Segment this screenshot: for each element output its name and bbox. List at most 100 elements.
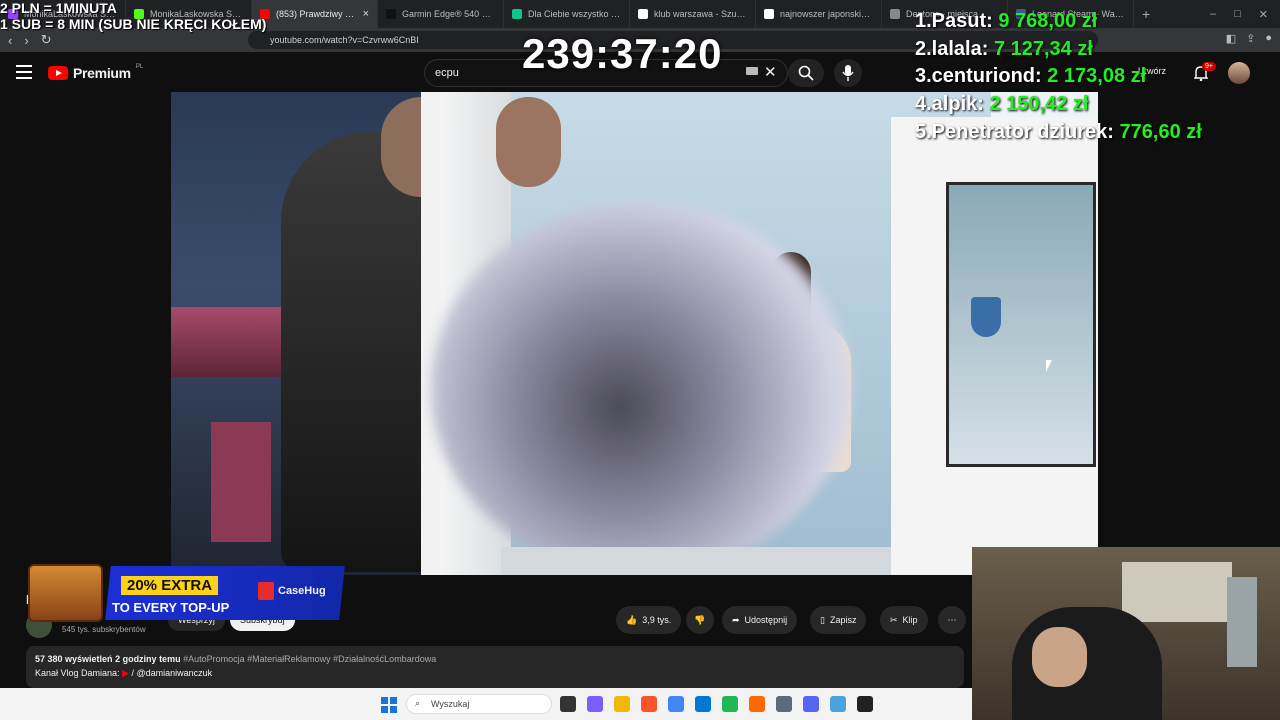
description-line-1: 57 380 wyświetleń 2 godziny temu #AutoPr… bbox=[35, 652, 955, 666]
subathon-timer: 239:37:20 bbox=[522, 30, 723, 77]
copilot-icon[interactable] bbox=[587, 696, 603, 712]
description-line-2: Kanał Vlog Damiana: ▶ / @damianiwanczuk bbox=[35, 666, 955, 680]
leaderboard-amount: 2 173,08 zł bbox=[1047, 65, 1147, 88]
bookmark-icon: ▯ bbox=[820, 614, 825, 625]
like-count: 3,9 tys. bbox=[642, 615, 672, 625]
tab-favicon-icon bbox=[764, 9, 774, 19]
clear-search-icon[interactable]: ✕ bbox=[764, 63, 777, 81]
notepad-icon[interactable] bbox=[830, 696, 846, 712]
video-door-glass bbox=[946, 182, 1096, 467]
video-door-sticker bbox=[971, 297, 1001, 337]
back-icon[interactable]: ‹ bbox=[8, 33, 12, 48]
forward-icon[interactable]: › bbox=[24, 33, 28, 48]
discord-icon[interactable] bbox=[803, 696, 819, 712]
price-line-2: 1 SUB = 8 MIN (SUB NIE KRĘCI KOŁEM) bbox=[0, 16, 267, 32]
leaderboard-row: 2.lalala: 7 127,34 zł bbox=[915, 36, 1202, 64]
search-button[interactable] bbox=[788, 59, 824, 87]
leaderboard-name: 4.alpik: bbox=[915, 93, 990, 116]
leaderboard-name: 1.Pasut: bbox=[915, 10, 999, 32]
donation-leaderboard: 1.Pasut: 9 768,00 zł 2.lalala: 7 127,34 z… bbox=[915, 8, 1202, 147]
video-window-edge bbox=[421, 92, 441, 575]
casehug-logo-icon bbox=[258, 582, 274, 600]
youtube-small-icon: ▶ bbox=[122, 668, 129, 678]
browser-tab[interactable]: (853) Prawdziwy L... × bbox=[252, 0, 378, 28]
brave-icon[interactable] bbox=[641, 696, 657, 712]
like-button[interactable]: 👍 3,9 tys. bbox=[616, 606, 682, 634]
microphone-icon bbox=[842, 65, 854, 81]
description-box[interactable]: 57 380 wyświetleń 2 godziny temu #AutoPr… bbox=[26, 646, 964, 688]
promo-topup-text: TO EVERY TOP-UP bbox=[112, 600, 230, 615]
description-tags: #AutoPromocja #MateriałReklamowy #Działa… bbox=[183, 654, 437, 664]
thumbs-up-icon: 👍 bbox=[626, 614, 638, 625]
calculator-icon[interactable] bbox=[776, 696, 792, 712]
search-icon bbox=[798, 65, 814, 81]
video-blurred-area bbox=[431, 202, 851, 575]
file-explorer-icon[interactable] bbox=[560, 696, 576, 712]
tab-label: Garmin Edge® 540 Solar bbox=[402, 9, 495, 19]
voice-search-button[interactable] bbox=[834, 59, 862, 87]
video-shelf-lower bbox=[211, 422, 271, 542]
account-avatar[interactable] bbox=[1228, 62, 1250, 84]
brave-nightly-icon[interactable] bbox=[749, 696, 765, 712]
price-overlay: 2 PLN = 1MINUTA 1 SUB = 8 MIN (SUB NIE K… bbox=[0, 0, 266, 32]
tab-favicon-icon bbox=[512, 9, 522, 19]
leaderboard-amount: 2 150,42 zł bbox=[989, 93, 1089, 116]
browser-tab[interactable]: najnowszer japonskie sety bbox=[756, 0, 882, 28]
store-icon[interactable] bbox=[695, 696, 711, 712]
obs-icon[interactable] bbox=[857, 696, 873, 712]
keyboard-icon[interactable] bbox=[746, 67, 758, 75]
treasure-chest-icon bbox=[28, 564, 103, 622]
subscriber-count: 545 tys. subskrybentów bbox=[62, 625, 146, 634]
share-label: Udostępnij bbox=[744, 615, 788, 625]
leaderboard-amount: 776,60 zł bbox=[1119, 120, 1202, 143]
promo-extra-text: 20% EXTRA bbox=[121, 576, 219, 595]
more-actions-button[interactable]: ⋯ bbox=[938, 606, 966, 634]
minimize-icon[interactable]: – bbox=[1210, 8, 1216, 21]
webcam-streamer-head bbox=[1032, 627, 1087, 687]
tab-label: (853) Prawdziwy L... bbox=[276, 9, 357, 19]
windows-start-icon[interactable] bbox=[381, 697, 397, 713]
video-counter bbox=[501, 547, 891, 575]
channel-handle-link[interactable]: / @damianiwanczuk bbox=[132, 668, 213, 678]
youtube-brand: Premium bbox=[73, 65, 131, 81]
browser-tab[interactable]: Dla Ciebie wszystko - spra bbox=[504, 0, 630, 28]
chrome-icon[interactable] bbox=[668, 696, 684, 712]
tab-favicon-icon bbox=[890, 9, 900, 19]
youtube-logo[interactable]: Premium PL bbox=[48, 64, 143, 81]
tab-favicon-icon bbox=[386, 9, 396, 19]
extensions-icon[interactable]: ◧ bbox=[1226, 32, 1236, 45]
browser-toolbar: ◧ ⇪ ● bbox=[1226, 32, 1272, 45]
leaderboard-name: 2.lalala: bbox=[915, 37, 994, 60]
share-icon[interactable]: ⇪ bbox=[1246, 32, 1255, 45]
profile-icon[interactable]: ● bbox=[1265, 32, 1272, 45]
close-window-icon[interactable]: ✕ bbox=[1259, 8, 1268, 21]
leaderboard-row: 4.alpik: 2 150,42 zł bbox=[915, 91, 1202, 119]
upload-age: 2 godziny temu bbox=[115, 654, 181, 664]
tab-close-icon[interactable]: × bbox=[363, 8, 369, 20]
save-button[interactable]: ▯ Zapisz bbox=[810, 606, 867, 634]
browser-tab[interactable]: Garmin Edge® 540 Solar bbox=[378, 0, 504, 28]
share-arrow-icon: ➦ bbox=[732, 614, 740, 625]
taskbar-search-placeholder: Wyszukaj bbox=[431, 699, 470, 709]
spotify-icon[interactable] bbox=[722, 696, 738, 712]
reload-icon[interactable]: ↻ bbox=[41, 32, 52, 48]
browser-tab[interactable]: klub warszawa - Szukaj w bbox=[630, 0, 756, 28]
video-shelf bbox=[171, 307, 291, 377]
share-button[interactable]: ➦ Udostępnij bbox=[722, 606, 798, 634]
leaderboard-name: 3.centuriond: bbox=[915, 65, 1048, 88]
folder-icon[interactable] bbox=[614, 696, 630, 712]
video-player[interactable] bbox=[171, 92, 1098, 575]
dislike-button[interactable]: 👎 bbox=[686, 606, 714, 634]
scissors-icon: ✂ bbox=[890, 614, 898, 625]
maximize-icon[interactable]: □ bbox=[1234, 8, 1241, 21]
menu-icon[interactable] bbox=[16, 65, 32, 83]
notification-badge: 9+ bbox=[1202, 62, 1216, 71]
taskbar-search[interactable]: ⌕ Wyszukaj bbox=[406, 694, 552, 714]
window-controls: – □ ✕ bbox=[1210, 8, 1280, 21]
promo-brand: CaseHug bbox=[278, 585, 326, 597]
clip-button[interactable]: ✂ Klip bbox=[880, 606, 928, 634]
more-icon: ⋯ bbox=[947, 614, 957, 625]
leaderboard-amount: 9 768,00 zł bbox=[998, 10, 1098, 32]
tab-label: klub warszawa - Szukaj w bbox=[654, 9, 747, 19]
save-label: Zapisz bbox=[829, 615, 857, 625]
